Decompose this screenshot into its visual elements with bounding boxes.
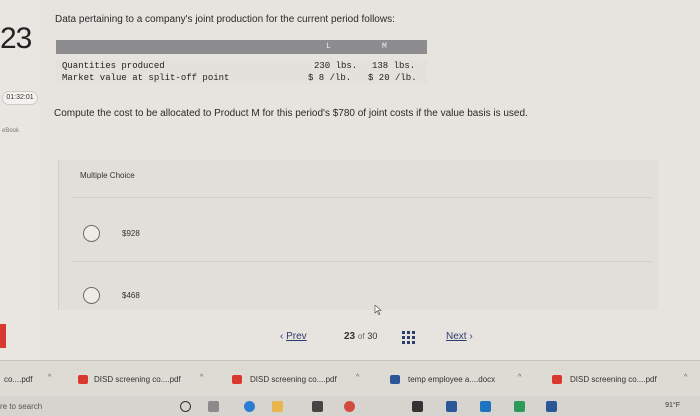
app-icon[interactable] <box>446 401 457 412</box>
chevron-up-icon[interactable]: ^ <box>518 374 521 381</box>
download-item[interactable]: DISD screening co....pdf <box>570 375 657 384</box>
pdf-icon <box>232 375 242 384</box>
question-text: Compute the cost to be allocated to Prod… <box>54 108 528 119</box>
question-prompt: Data pertaining to a company's joint pro… <box>55 14 395 25</box>
chevron-up-icon[interactable]: ^ <box>356 374 359 381</box>
temperature: 91°F <box>665 402 680 409</box>
column-header-m: M <box>382 42 387 51</box>
edge-icon[interactable] <box>244 401 255 412</box>
row-label: Market value at split-off point <box>62 73 230 83</box>
side-tab[interactable] <box>0 324 6 348</box>
timer-badge: 01:32:01 <box>2 91 38 105</box>
multiple-choice-label: Multiple Choice <box>80 171 135 180</box>
download-item[interactable]: DISD screening co....pdf <box>250 375 337 384</box>
app-icon[interactable] <box>412 401 423 412</box>
cell-l: 230 lbs. <box>314 61 358 71</box>
prev-button[interactable]: ‹ Prev <box>280 331 307 342</box>
download-item[interactable]: DISD screening co....pdf <box>94 375 181 384</box>
table-header: L M <box>56 40 427 54</box>
cell-m: $ 20 /lb. <box>368 73 417 83</box>
chevron-left-icon: ‹ <box>280 331 284 342</box>
store-icon[interactable] <box>312 401 323 412</box>
word-icon[interactable] <box>546 401 557 412</box>
folder-icon[interactable] <box>272 401 283 412</box>
choice-radio-1[interactable] <box>83 225 100 242</box>
divider <box>72 261 652 262</box>
grid-icon[interactable] <box>402 331 415 344</box>
column-header-l: L <box>326 42 331 51</box>
row-label: Quantities produced <box>62 61 165 71</box>
download-item[interactable]: temp employee a....docx <box>408 375 495 384</box>
cell-m: 138 lbs. <box>372 61 416 71</box>
production-table: L M Quantities produced 230 lbs. 138 lbs… <box>56 40 427 86</box>
divider <box>72 197 652 198</box>
chevron-up-icon[interactable]: ^ <box>48 374 51 381</box>
taskbar: re to search 91°F <box>0 396 700 416</box>
app-icon[interactable] <box>514 401 525 412</box>
download-item[interactable]: co....pdf <box>4 375 32 384</box>
choices-panel <box>58 160 658 310</box>
next-button[interactable]: Next › <box>446 331 473 342</box>
choice-radio-2[interactable] <box>83 287 100 304</box>
table-row: Quantities produced 230 lbs. 138 lbs. <box>56 60 427 72</box>
ebook-link[interactable]: eBook <box>2 128 19 134</box>
choice-text-1[interactable]: $928 <box>122 229 140 238</box>
table-row: Market value at split-off point $ 8 /lb.… <box>56 72 427 84</box>
downloads-bar: co....pdf ^ DISD screening co....pdf ^ D… <box>0 360 700 396</box>
mouse-cursor-icon <box>374 305 382 315</box>
chrome-icon[interactable] <box>344 401 355 412</box>
choice-text-2[interactable]: $468 <box>122 291 140 300</box>
taskbar-search[interactable]: re to search <box>0 402 42 411</box>
question-number: 23 <box>0 22 32 55</box>
chevron-up-icon[interactable]: ^ <box>684 374 687 381</box>
word-icon <box>390 375 400 384</box>
task-view-icon[interactable] <box>208 401 219 412</box>
chevron-right-icon: › <box>469 331 473 342</box>
page-indicator: 23 of 30 <box>344 331 378 342</box>
pdf-icon <box>78 375 88 384</box>
chevron-up-icon[interactable]: ^ <box>200 374 203 381</box>
app-icon[interactable] <box>480 401 491 412</box>
pdf-icon <box>552 375 562 384</box>
cell-l: $ 8 /lb. <box>308 73 352 83</box>
cortana-icon[interactable] <box>180 401 191 412</box>
